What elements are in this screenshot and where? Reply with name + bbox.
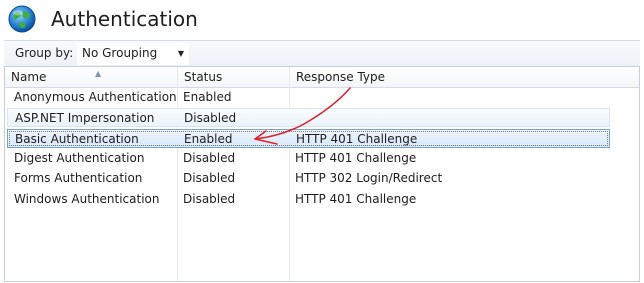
cell-response-type: HTTP 401 Challenge [295, 150, 417, 165]
cell-status: Disabled [184, 111, 237, 126]
table-row[interactable]: Basic Authentication Enabled HTTP 401 Chal… [7, 128, 610, 148]
cell-name: Anonymous Authentication [14, 90, 177, 104]
cell-name: Windows Authentication [14, 191, 160, 206]
cell-response-type: HTTP 401 Challenge [296, 131, 418, 146]
cell-response-type: HTTP 401 Challenge [295, 191, 417, 206]
cell-status: Enabled [183, 90, 232, 104]
cell-name: Digest Authentication [14, 150, 145, 165]
sort-ascending-icon: ▲ [95, 69, 102, 78]
cell-status: Enabled [184, 131, 233, 146]
table-row[interactable]: Digest Authentication Disabled HTTP 401 Ch… [7, 149, 610, 168]
cell-name: Basic Authentication [15, 131, 139, 146]
cell-status: Disabled [183, 171, 236, 186]
page-header: Authentication [0, 0, 644, 40]
page-title: Authentication [51, 7, 198, 31]
group-by-dropdown[interactable]: No Grouping ▼ [77, 43, 189, 65]
group-by-toolbar: Group by: No Grouping ▼ [4, 40, 640, 67]
column-header-response-type[interactable]: Response Type [290, 67, 639, 88]
dropdown-arrow-icon[interactable]: ▼ [178, 48, 184, 60]
authentication-list: Name ▲ Status Response Type Anonymous Au… [4, 66, 640, 282]
cell-status: Disabled [183, 191, 236, 206]
table-row[interactable]: Windows Authentication Disabled HTTP 401 C… [7, 190, 610, 209]
group-by-label: Group by: [15, 46, 74, 60]
globe-icon [8, 5, 36, 33]
cell-response-type: HTTP 302 Login/Redirect [295, 171, 443, 186]
cell-name: ASP.NET Impersonation [15, 111, 155, 126]
table-row[interactable]: Forms Authentication Disabled HTTP 302 Log… [7, 169, 610, 188]
table-row[interactable]: Anonymous Authentication Enabled [7, 88, 610, 107]
column-header-status[interactable]: Status [178, 67, 289, 88]
column-header-name[interactable]: Name ▲ [5, 67, 177, 88]
cell-status: Disabled [183, 150, 236, 165]
table-row[interactable]: ASP.NET Impersonation Disabled [7, 108, 610, 128]
group-by-value: No Grouping [82, 46, 158, 60]
cell-name: Forms Authentication [14, 171, 143, 186]
